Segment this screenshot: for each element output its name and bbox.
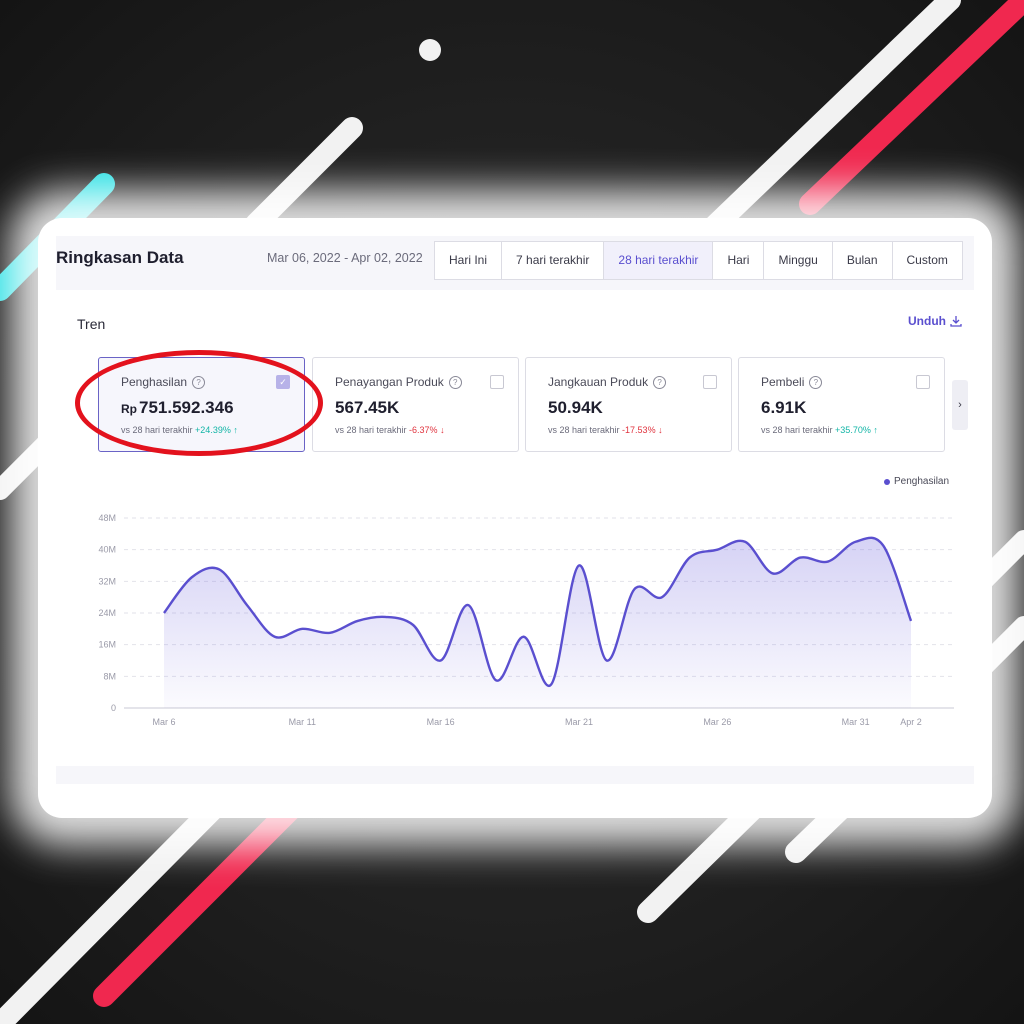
data-point <box>549 682 553 686</box>
data-point <box>577 564 581 568</box>
x-tick-label: Mar 21 <box>565 717 593 727</box>
data-point <box>522 635 526 639</box>
y-tick-label: 32M <box>98 576 116 586</box>
x-tick-label: Apr 2 <box>900 717 922 727</box>
data-point <box>466 603 470 607</box>
white-stripe-top-left <box>245 117 363 235</box>
footer-strip <box>56 766 974 784</box>
data-point <box>190 575 194 579</box>
data-point <box>300 627 304 631</box>
y-tick-label: 40M <box>98 545 116 555</box>
white-dot <box>419 39 441 61</box>
x-tick-label: Mar 6 <box>152 717 175 727</box>
data-point <box>771 571 775 575</box>
data-point <box>356 619 360 623</box>
data-point <box>245 603 249 607</box>
data-point <box>162 611 166 615</box>
x-tick-label: Mar 11 <box>289 717 316 727</box>
x-tick-label: Mar 26 <box>703 717 731 727</box>
data-point <box>273 635 277 639</box>
revenue-chart: 0 8M 16M 24M 32M 40M 48M Mar 6 Mar 11 Mar 16 Mar … <box>98 513 954 727</box>
highlight-circle <box>75 350 323 456</box>
x-tick-label: Mar 31 <box>842 717 870 727</box>
data-point <box>217 567 221 571</box>
data-point <box>909 619 913 623</box>
y-tick-label: 48M <box>98 513 116 523</box>
data-point <box>660 595 664 599</box>
data-point <box>715 548 719 552</box>
data-point <box>826 560 830 564</box>
data-point <box>632 587 636 591</box>
data-point <box>881 544 885 548</box>
data-point <box>605 659 609 663</box>
data-point <box>411 623 415 627</box>
data-point <box>688 556 692 560</box>
y-tick-label: 8M <box>103 671 116 681</box>
data-point <box>328 631 332 635</box>
y-tick-label: 0 <box>111 703 116 713</box>
y-tick-label: 24M <box>98 608 116 618</box>
data-point <box>383 615 387 619</box>
data-point <box>743 540 747 544</box>
data-point <box>854 540 858 544</box>
y-tick-label: 16M <box>98 640 116 650</box>
dashboard-panel: Ringkasan Data Mar 06, 2022 - Apr 02, 20… <box>56 236 974 800</box>
data-point <box>798 556 802 560</box>
series-area <box>164 537 911 708</box>
x-tick-label: Mar 16 <box>427 717 455 727</box>
data-point <box>494 678 498 682</box>
data-point <box>439 659 443 663</box>
